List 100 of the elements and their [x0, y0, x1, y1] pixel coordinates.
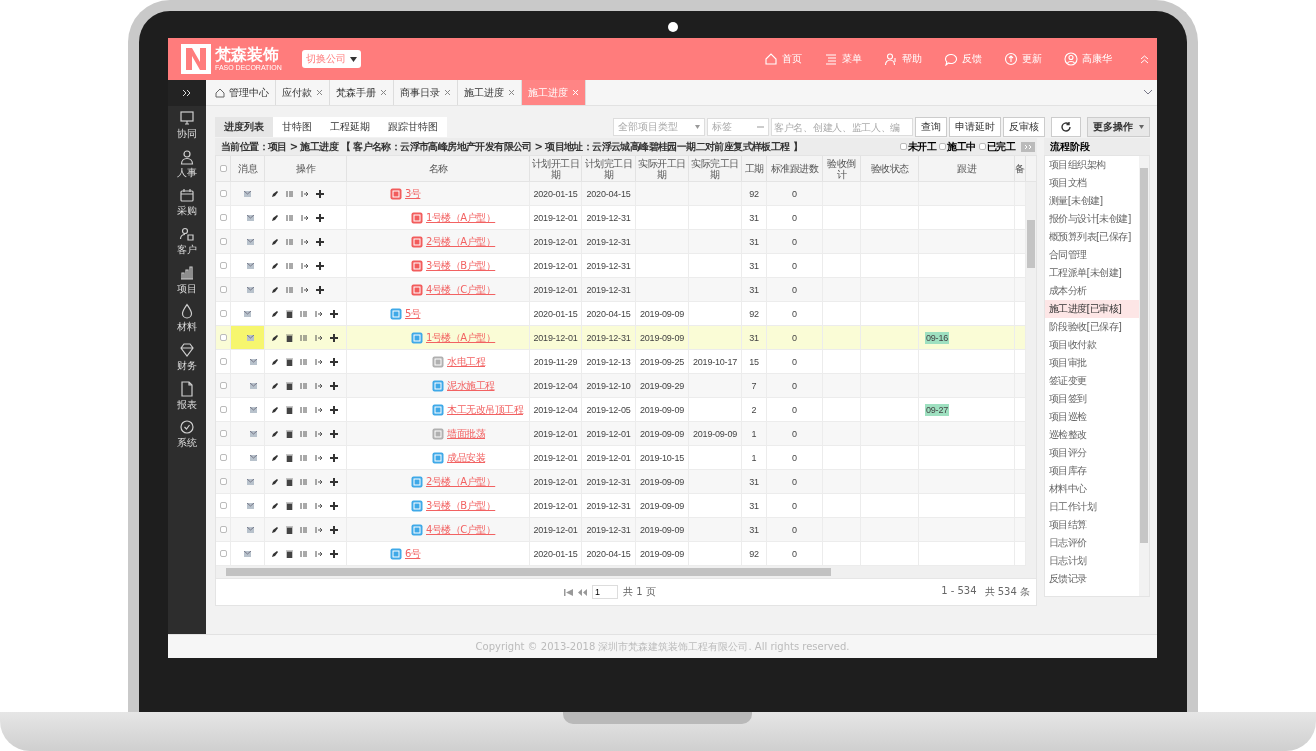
- trash-icon[interactable]: [286, 357, 293, 366]
- close-icon[interactable]: [316, 89, 323, 96]
- row-checkbox[interactable]: [219, 478, 227, 485]
- trash-icon[interactable]: [286, 309, 293, 318]
- list-icon[interactable]: [300, 333, 308, 342]
- indent-icon[interactable]: [301, 285, 309, 294]
- search-field[interactable]: 客户名、创建人、监工人、编: [771, 118, 913, 136]
- stage-item[interactable]: 项目组织架构: [1045, 156, 1139, 174]
- add-icon[interactable]: [330, 549, 338, 558]
- stage-item[interactable]: 项目收付款: [1045, 336, 1139, 354]
- edit-icon[interactable]: [271, 477, 279, 486]
- row-checkbox[interactable]: [219, 262, 227, 269]
- list-icon[interactable]: [300, 525, 308, 534]
- add-icon[interactable]: [330, 477, 338, 486]
- sidebar-item[interactable]: 系统: [168, 415, 206, 455]
- sidebar-item[interactable]: 报表: [168, 376, 206, 416]
- add-icon[interactable]: [316, 285, 324, 294]
- indent-icon[interactable]: [315, 477, 323, 486]
- indent-icon[interactable]: [315, 381, 323, 390]
- list-icon[interactable]: [286, 213, 294, 222]
- add-icon[interactable]: [330, 309, 338, 318]
- indent-icon[interactable]: [315, 525, 323, 534]
- edit-icon[interactable]: [271, 525, 279, 534]
- stage-item[interactable]: 签证变更: [1045, 372, 1139, 390]
- stage-item[interactable]: 合同管理: [1045, 246, 1139, 264]
- indent-icon[interactable]: [315, 405, 323, 414]
- message-icon[interactable]: [247, 262, 254, 269]
- add-icon[interactable]: [330, 381, 338, 390]
- page-field[interactable]: 1: [592, 585, 618, 599]
- stage-item[interactable]: 项目巡检: [1045, 408, 1139, 426]
- name-link[interactable]: 3号楼（B户型）: [426, 498, 496, 513]
- trash-icon[interactable]: [286, 525, 293, 534]
- edit-icon[interactable]: [271, 429, 279, 438]
- view-tab[interactable]: 甘特图: [273, 117, 321, 137]
- row-checkbox[interactable]: [219, 454, 227, 461]
- vertical-scrollbar[interactable]: [1139, 156, 1149, 596]
- tab[interactable]: 梵森手册: [330, 80, 394, 105]
- row-checkbox[interactable]: [219, 310, 227, 317]
- message-icon[interactable]: [250, 382, 257, 389]
- message-icon[interactable]: [250, 406, 257, 413]
- list-icon[interactable]: [286, 237, 294, 246]
- edit-icon[interactable]: [271, 381, 279, 390]
- view-tab[interactable]: 工程延期: [321, 117, 379, 137]
- tab[interactable]: 应付款: [276, 80, 330, 105]
- list-icon[interactable]: [300, 549, 308, 558]
- name-link[interactable]: 水电工程: [447, 354, 485, 369]
- list-icon[interactable]: [300, 453, 308, 462]
- edit-icon[interactable]: [271, 501, 279, 510]
- message-icon[interactable]: [244, 310, 251, 317]
- edit-icon[interactable]: [271, 357, 279, 366]
- message-icon[interactable]: [247, 214, 254, 221]
- add-icon[interactable]: [330, 333, 338, 342]
- refresh-button[interactable]: [1051, 117, 1081, 137]
- list-icon[interactable]: [286, 189, 294, 198]
- horizontal-scrollbar[interactable]: [216, 566, 1036, 578]
- row-checkbox[interactable]: [219, 382, 227, 389]
- stage-item[interactable]: 日志计划: [1045, 552, 1139, 570]
- add-icon[interactable]: [316, 261, 324, 270]
- trash-icon[interactable]: [286, 549, 293, 558]
- stage-item[interactable]: 项目审批: [1045, 354, 1139, 372]
- indent-icon[interactable]: [315, 429, 323, 438]
- edit-icon[interactable]: [271, 309, 279, 318]
- list-icon[interactable]: [300, 381, 308, 390]
- sidebar-item[interactable]: 财务: [168, 338, 206, 377]
- add-icon[interactable]: [330, 357, 338, 366]
- add-icon[interactable]: [330, 525, 338, 534]
- filter-button[interactable]: 申请延时: [949, 117, 1001, 137]
- row-checkbox[interactable]: [219, 430, 227, 437]
- sidebar-item[interactable]: 采购: [168, 183, 206, 223]
- sidebar-item[interactable]: 材料: [168, 299, 206, 339]
- indent-icon[interactable]: [315, 549, 323, 558]
- edit-icon[interactable]: [271, 549, 279, 558]
- name-link[interactable]: 成品安装: [447, 450, 485, 465]
- edit-icon[interactable]: [271, 405, 279, 414]
- stage-item[interactable]: 日工作计划: [1045, 498, 1139, 516]
- stage-item[interactable]: 项目签到: [1045, 390, 1139, 408]
- stage-item[interactable]: 项目评分: [1045, 444, 1139, 462]
- edit-icon[interactable]: [271, 453, 279, 462]
- trash-icon[interactable]: [286, 405, 293, 414]
- message-icon[interactable]: [244, 190, 251, 197]
- add-icon[interactable]: [316, 213, 324, 222]
- row-checkbox[interactable]: [219, 550, 227, 557]
- stage-item[interactable]: 材料中心: [1045, 480, 1139, 498]
- add-icon[interactable]: [316, 237, 324, 246]
- stage-item[interactable]: 成本分析: [1045, 282, 1139, 300]
- list-icon[interactable]: [300, 405, 308, 414]
- filter-button[interactable]: 反审核: [1003, 117, 1045, 137]
- stage-item[interactable]: 反馈记录: [1045, 570, 1139, 588]
- list-icon[interactable]: [300, 309, 308, 318]
- vertical-scrollbar[interactable]: [1026, 182, 1036, 566]
- row-checkbox[interactable]: [219, 406, 227, 413]
- message-icon[interactable]: [247, 334, 254, 341]
- name-link[interactable]: 木工无改吊顶工程: [447, 402, 523, 417]
- add-icon[interactable]: [330, 405, 338, 414]
- message-icon[interactable]: [250, 454, 257, 461]
- indent-icon[interactable]: [301, 213, 309, 222]
- list-icon[interactable]: [300, 429, 308, 438]
- add-icon[interactable]: [316, 189, 324, 198]
- indent-icon[interactable]: [315, 309, 323, 318]
- stage-item[interactable]: 项目库存: [1045, 462, 1139, 480]
